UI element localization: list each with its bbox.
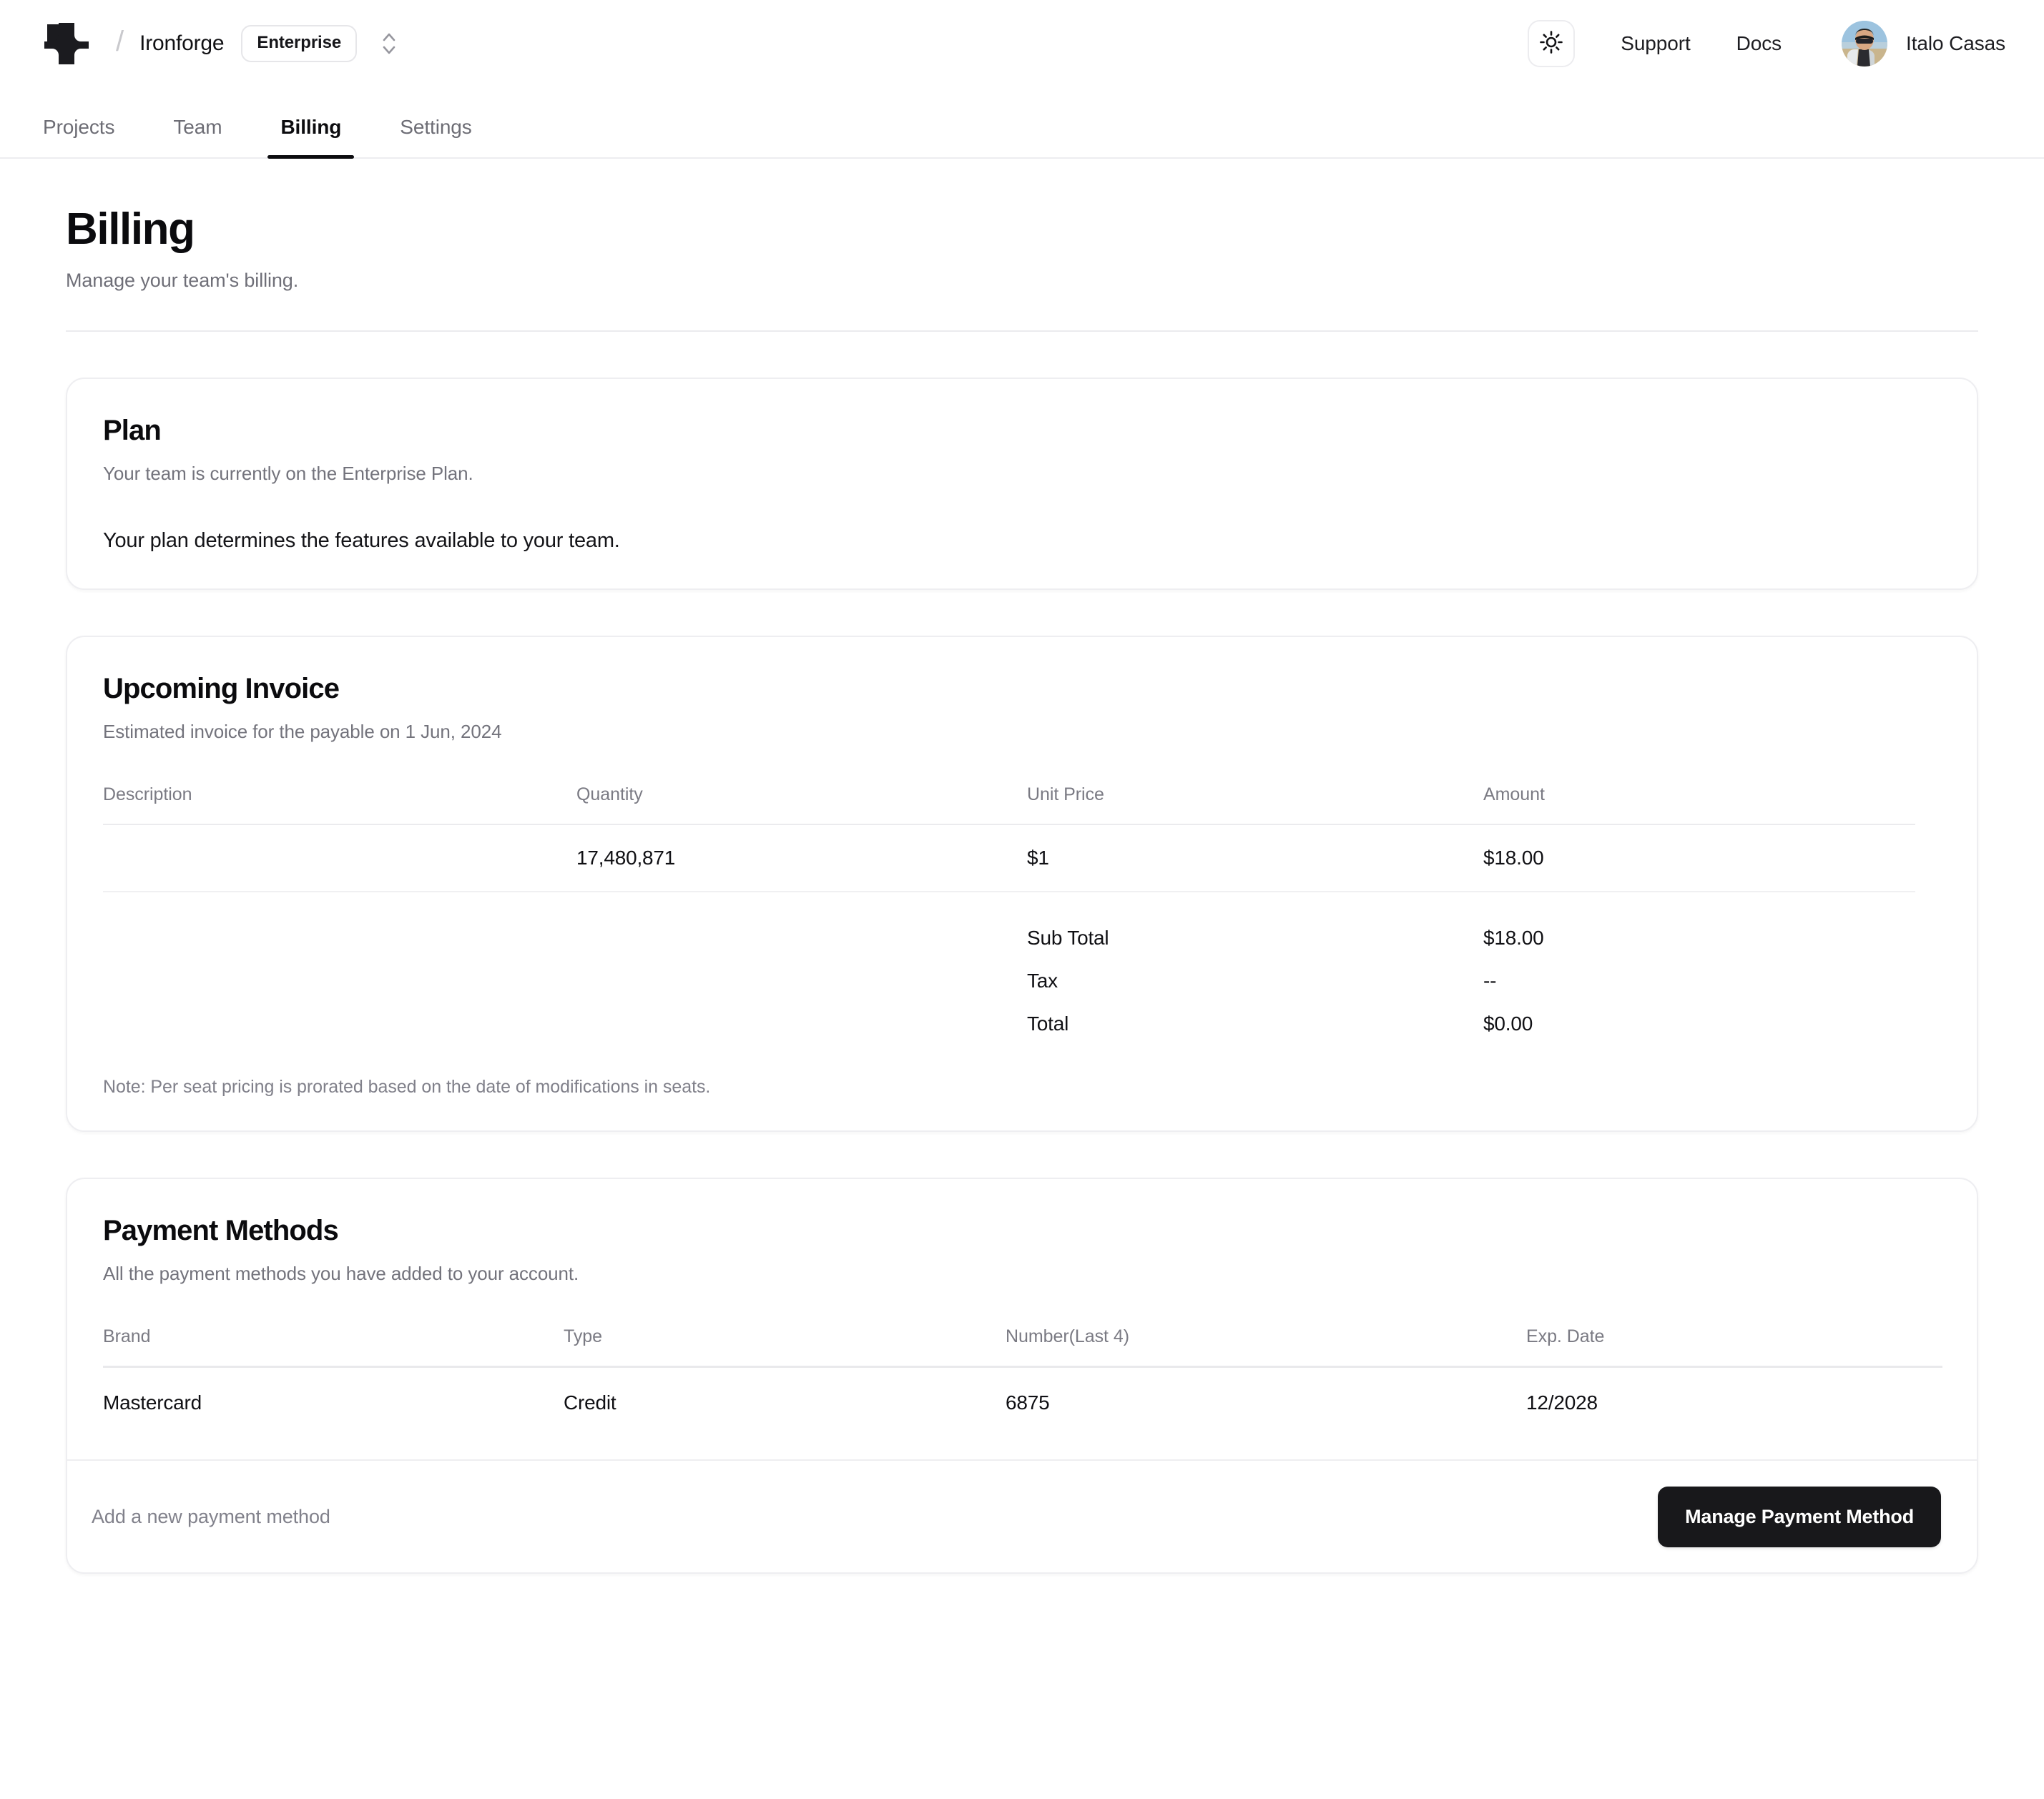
summary-label-total: Total [1027,1012,1483,1035]
cell-number-last4: 6875 [1006,1391,1526,1414]
summary-value-tax: -- [1483,970,1941,992]
page-header: Billing Manage your team's billing. [66,159,1978,332]
payment-methods-content: Payment Methods All the payment methods … [67,1215,1977,1438]
invoice-table: Description Quantity Unit Price Amount 1… [103,784,1941,1045]
summary-value-total: $0.00 [1483,1012,1941,1035]
summary-row-total: Total $0.00 [103,1002,1941,1045]
payment-card-subtitle: All the payment methods you have added t… [103,1263,1941,1285]
page-title: Billing [66,206,1978,252]
breadcrumb-separator: / [116,27,124,56]
support-link[interactable]: Support [1621,32,1690,55]
summary-row-tax: Tax -- [103,960,1941,1002]
top-bar-actions: Support Docs [1528,20,2005,67]
tab-billing[interactable]: Billing [267,116,354,157]
payment-methods-card: Payment Methods All the payment methods … [66,1178,1978,1574]
table-row: 17,480,871 $1 $18.00 [103,825,1941,891]
anvil-logo-icon[interactable] [43,21,90,66]
tab-settings[interactable]: Settings [387,116,484,157]
plan-card-body: Your plan determines the features availa… [103,529,1941,553]
summary-label-tax: Tax [1027,970,1483,992]
plan-card-subtitle: Your team is currently on the Enterprise… [103,463,1941,485]
manage-payment-method-button[interactable]: Manage Payment Method [1658,1487,1941,1547]
cell-quantity: 17,480,871 [576,847,1027,869]
cell-exp-date: 12/2028 [1526,1391,1912,1414]
column-header-brand: Brand [103,1326,564,1366]
org-name[interactable]: Ironforge [139,31,224,56]
sun-icon [1539,30,1563,58]
cell-type: Credit [564,1391,1006,1414]
column-header-quantity: Quantity [576,784,1027,824]
docs-link[interactable]: Docs [1736,32,1782,55]
column-header-unit-price: Unit Price [1027,784,1483,824]
table-row: Mastercard Credit 6875 12/2028 [103,1368,1941,1438]
user-name: Italo Casas [1906,32,2005,55]
summary-value-subtotal: $18.00 [1483,927,1941,950]
plan-badge: Enterprise [241,25,357,62]
column-header-number: Number(Last 4) [1006,1326,1526,1366]
user-menu[interactable]: Italo Casas [1842,21,2005,66]
payment-methods-table: Brand Type Number(Last 4) Exp. Date Mast… [103,1326,1941,1438]
summary-row-subtotal: Sub Total $18.00 [103,917,1941,960]
breadcrumb: / Ironforge Enterprise [43,21,398,66]
page-subtitle: Manage your team's billing. [66,270,1978,292]
chevron-up-down-icon[interactable] [380,28,398,59]
theme-toggle-button[interactable] [1528,20,1575,67]
avatar[interactable] [1842,21,1887,66]
plan-card: Plan Your team is currently on the Enter… [66,378,1978,590]
column-header-type: Type [564,1326,1006,1366]
page-content: Billing Manage your team's billing. Plan… [0,159,2044,1574]
main-nav-tabs: Projects Team Billing Settings [0,87,2044,159]
invoice-card-subtitle: Estimated invoice for the payable on 1 J… [103,721,1941,743]
payment-table-header: Brand Type Number(Last 4) Exp. Date [103,1326,1941,1366]
payment-card-footer: Add a new payment method Manage Payment … [67,1459,1977,1572]
invoice-note: Note: Per seat pricing is prorated based… [103,1077,1941,1098]
cell-brand: Mastercard [103,1391,564,1414]
top-bar: / Ironforge Enterprise [0,0,2044,87]
upcoming-invoice-card: Upcoming Invoice Estimated invoice for t… [66,636,1978,1132]
add-payment-method-label: Add a new payment method [92,1506,330,1528]
column-header-description: Description [103,784,576,824]
plan-card-title: Plan [103,415,1941,447]
column-header-amount: Amount [1483,784,1941,824]
column-header-exp-date: Exp. Date [1526,1326,1912,1366]
cell-amount: $18.00 [1483,847,1941,869]
header-divider [66,330,1978,332]
tab-projects[interactable]: Projects [30,116,127,157]
tab-team[interactable]: Team [160,116,235,157]
cell-unit-price: $1 [1027,847,1483,869]
payment-card-title: Payment Methods [103,1215,1941,1247]
invoice-table-header: Description Quantity Unit Price Amount [103,784,1941,824]
summary-label-subtotal: Sub Total [1027,927,1483,950]
invoice-summary: Sub Total $18.00 Tax -- Total $0.00 [103,892,1941,1045]
invoice-card-title: Upcoming Invoice [103,673,1941,705]
